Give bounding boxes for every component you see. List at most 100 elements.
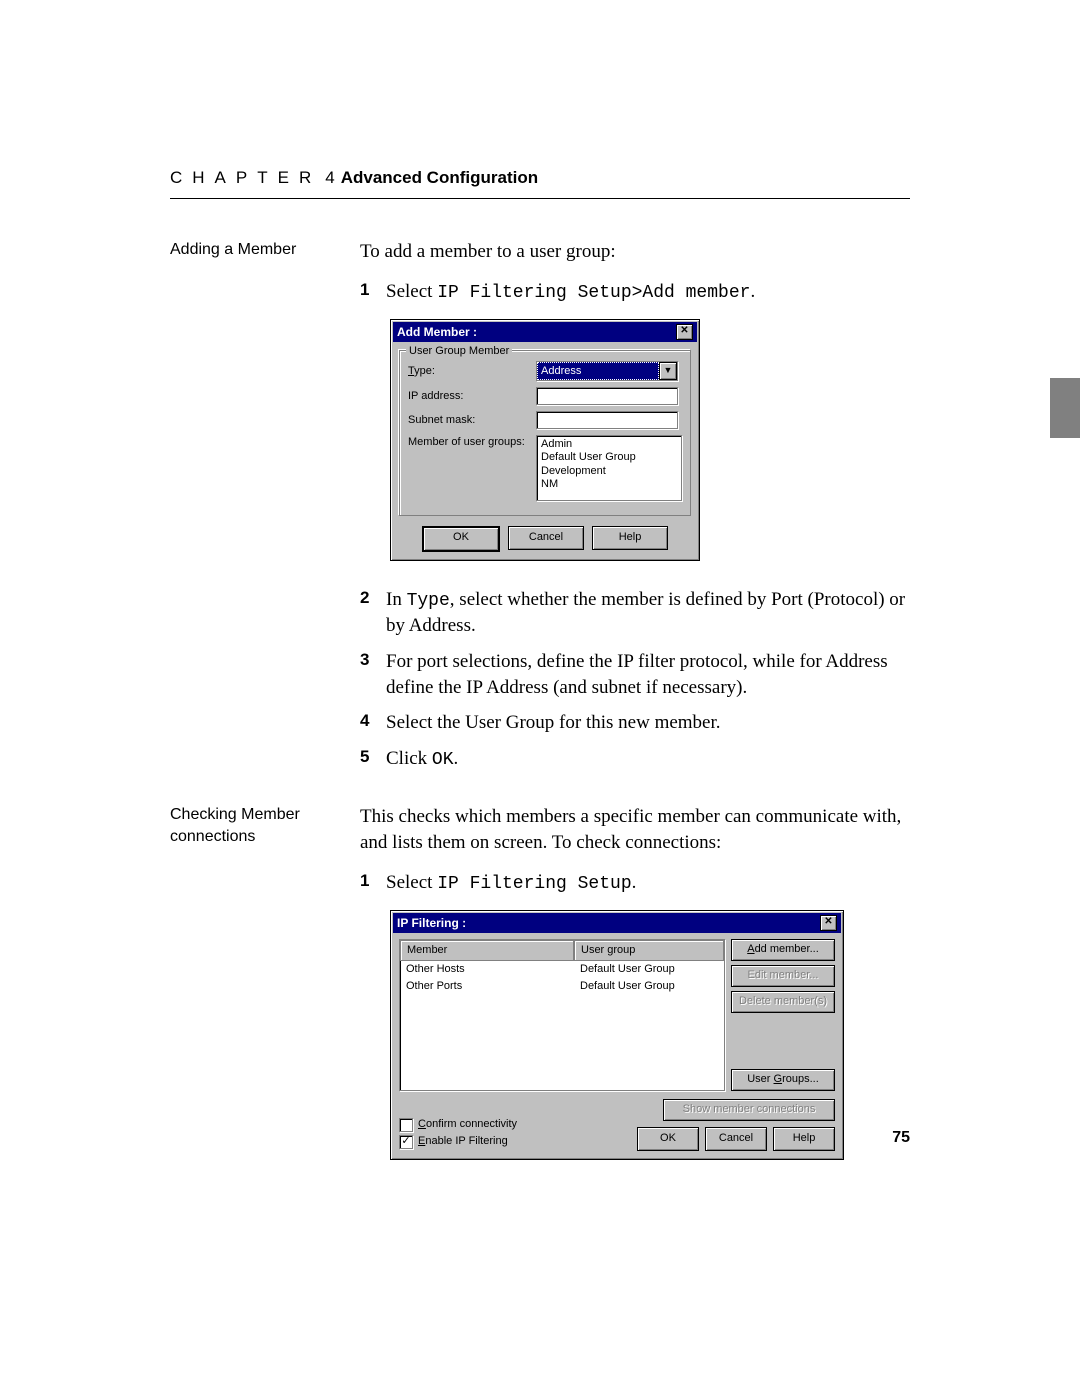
row-groups: Member of user groups: Admin Default Use… — [408, 435, 682, 501]
list-item[interactable]: Development — [541, 465, 677, 478]
enable-ip-filtering-label: Enable IP Filtering — [418, 1134, 508, 1149]
step-text: For port selections, define the IP filte… — [386, 649, 910, 700]
side-button-column: Add member... Edit member... Delete memb… — [731, 939, 835, 1091]
col-group-header[interactable]: User group — [574, 940, 724, 961]
steps-list-1a: 1 Select IP Filtering Setup>Add member. — [360, 279, 910, 305]
step-text: In Type, select whether the member is de… — [386, 587, 910, 639]
delete-member-button: Delete member(s) — [731, 991, 835, 1013]
list-item[interactable]: NM — [541, 478, 677, 491]
enable-ip-filtering-checkbox[interactable]: ✓ — [399, 1135, 413, 1149]
step-2: 2 In Type, select whether the member is … — [360, 587, 910, 639]
step-number: 5 — [360, 746, 386, 772]
help-button[interactable]: Help — [773, 1127, 835, 1151]
ok-button[interactable]: OK — [637, 1127, 699, 1151]
step-text: Select IP Filtering Setup>Add member. — [386, 279, 910, 305]
groups-label: Member of user groups: — [408, 435, 536, 450]
type-label: Type: — [408, 364, 536, 379]
add-member-button[interactable]: Add member... — [731, 939, 835, 961]
figure-add-member: Add Member : ✕ User Group Member Type: A… — [390, 319, 910, 561]
confirm-connectivity-checkbox[interactable] — [399, 1118, 413, 1132]
cell-member: Other Ports — [400, 978, 574, 995]
step-1: 1 Select IP Filtering Setup>Add member. — [360, 279, 910, 305]
chapter-word: CHAPTER — [170, 168, 321, 188]
list-item[interactable]: Default User Group — [541, 451, 677, 464]
edit-member-button: Edit member... — [731, 965, 835, 987]
col-member-header[interactable]: Member — [400, 940, 574, 961]
lower-right: Show member connections OK Cancel Help — [637, 1099, 835, 1151]
show-member-connections-button: Show member connections — [663, 1099, 835, 1121]
step2-post: , select whether the member is defined b… — [386, 589, 905, 636]
user-group-member-box: User Group Member Type: Address ▼ IP add… — [399, 350, 691, 516]
step-text: Select the User Group for this new membe… — [386, 710, 910, 736]
confirm-connectivity-row: Confirm connectivity — [399, 1117, 517, 1132]
dialog2-title: IP Filtering : — [397, 915, 466, 931]
step-3: 3 For port selections, define the IP fil… — [360, 649, 910, 700]
subnet-mask-input[interactable] — [536, 411, 678, 429]
chapter-number: 4 — [325, 168, 334, 188]
table-row[interactable]: Other Ports Default User Group — [400, 978, 724, 995]
steps-list-1b: 2 In Type, select whether the member is … — [360, 587, 910, 772]
step5-pre: Click — [386, 748, 432, 769]
group-legend: User Group Member — [406, 344, 512, 359]
step2-code: Type — [407, 591, 450, 611]
page-content: CHAPTER 4 Advanced Configuration Adding … — [170, 168, 910, 1204]
section-checking-connections: Checking Member connections This checks … — [170, 804, 910, 1186]
ok-button[interactable]: OK — [422, 526, 500, 552]
chevron-down-icon[interactable]: ▼ — [659, 362, 677, 380]
step-text: Select IP Filtering Setup. — [386, 870, 910, 896]
add-member-dialog: Add Member : ✕ User Group Member Type: A… — [390, 319, 700, 561]
cancel-button[interactable]: Cancel — [508, 526, 584, 550]
type-combobox[interactable]: Address ▼ — [536, 361, 678, 381]
subnet-label: Subnet mask: — [408, 413, 536, 428]
step5-code: OK — [432, 750, 454, 770]
step5-post: . — [454, 748, 459, 769]
checkbox-column: Confirm connectivity ✓ Enable IP Filteri… — [399, 1115, 517, 1151]
row-subnet: Subnet mask: — [408, 411, 682, 429]
dialog2-titlebar: IP Filtering : ✕ — [393, 913, 841, 933]
member-table[interactable]: Member User group Other Hosts Default Us… — [399, 939, 725, 1091]
section-adding-member: Adding a Member To add a member to a use… — [170, 239, 910, 786]
s2step1-post: . — [632, 872, 637, 893]
figure-ip-filtering: IP Filtering : ✕ Member User group — [390, 910, 910, 1160]
dialog-titlebar: Add Member : ✕ — [393, 322, 697, 342]
user-groups-listbox[interactable]: Admin Default User Group Development NM — [536, 435, 682, 501]
margin-label-checking: Checking Member connections — [170, 804, 360, 1186]
dialog2-buttons: OK Cancel Help — [637, 1127, 835, 1151]
help-button[interactable]: Help — [592, 526, 668, 550]
step-number: 2 — [360, 587, 386, 639]
margin-label-adding: Adding a Member — [170, 239, 360, 786]
step-5: 5 Click OK. — [360, 746, 910, 772]
user-groups-button[interactable]: User Groups... — [731, 1069, 835, 1091]
ip-label: IP address: — [408, 389, 536, 404]
step-number: 1 — [360, 870, 386, 896]
intro-adding: To add a member to a user group: — [360, 239, 910, 265]
body-adding: To add a member to a user group: 1 Selec… — [360, 239, 910, 786]
cancel-button[interactable]: Cancel — [705, 1127, 767, 1151]
step-1b: 1 Select IP Filtering Setup. — [360, 870, 910, 896]
dialog2-body: Member User group Other Hosts Default Us… — [393, 933, 841, 1097]
step-number: 1 — [360, 279, 386, 305]
table-row[interactable]: Other Hosts Default User Group — [400, 961, 724, 978]
type-value: Address — [537, 362, 659, 380]
body-checking: This checks which members a specific mem… — [360, 804, 910, 1186]
close-icon[interactable]: ✕ — [820, 915, 837, 931]
confirm-connectivity-label: Confirm connectivity — [418, 1117, 517, 1132]
step-4: 4 Select the User Group for this new mem… — [360, 710, 910, 736]
ip-address-input[interactable] — [536, 387, 678, 405]
cell-group: Default User Group — [574, 961, 724, 978]
dialog2-lower: Confirm connectivity ✓ Enable IP Filteri… — [393, 1097, 841, 1157]
page-number: 75 — [892, 1129, 910, 1147]
step1-code: IP Filtering Setup>Add member — [437, 283, 750, 303]
row-type: Type: Address ▼ — [408, 361, 682, 381]
s2step1-code: IP Filtering Setup — [437, 874, 631, 894]
row-ip: IP address: — [408, 387, 682, 405]
cell-member: Other Hosts — [400, 961, 574, 978]
close-icon[interactable]: ✕ — [676, 324, 693, 340]
step-text: Click OK. — [386, 746, 910, 772]
step1-post: . — [750, 281, 755, 302]
ip-filtering-dialog: IP Filtering : ✕ Member User group — [390, 910, 844, 1160]
step-number: 3 — [360, 649, 386, 700]
s2step1-pre: Select — [386, 872, 437, 893]
step1-pre: Select — [386, 281, 437, 302]
list-item[interactable]: Admin — [541, 438, 677, 451]
